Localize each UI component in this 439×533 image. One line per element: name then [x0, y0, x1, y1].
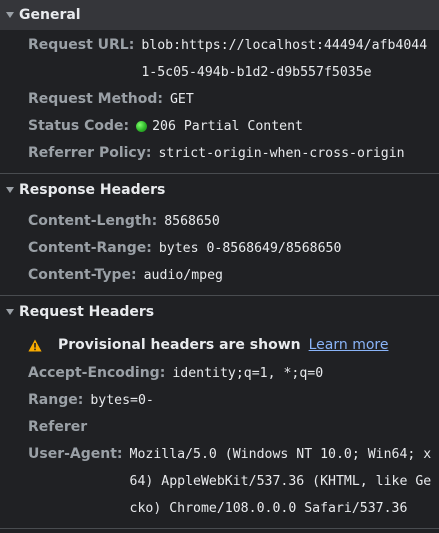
general-section: General Request URL: blob:https://localh… — [0, 0, 439, 174]
header-row-accept-encoding: Accept-Encoding: identity;q=1, *;q=0 — [0, 360, 439, 387]
header-value: GET — [169, 92, 194, 107]
header-value: strict-origin-when-cross-origin — [158, 146, 405, 161]
header-row-content-range: Content-Range: bytes 0-8568649/8568650 — [0, 235, 439, 262]
header-name: Referrer Policy: — [28, 145, 152, 161]
header-name: Request Method: — [28, 91, 163, 107]
header-row-user-agent: User-Agent: Mozilla/5.0 (Windows NT 10.0… — [0, 441, 439, 522]
expand-triangle-icon[interactable] — [6, 12, 14, 18]
request-headers-section: Request Headers Provisional headers are … — [0, 296, 439, 529]
status-value: 206 Partial Content — [136, 113, 309, 140]
header-value: Mozilla/5.0 (Windows NT 10.0; Win64; x64… — [129, 447, 432, 516]
status-dot-icon — [136, 121, 148, 132]
header-row-range: Range: bytes=0- — [0, 387, 439, 414]
header-name: Content-Length: — [28, 213, 158, 229]
header-name: Content-Range: — [28, 240, 152, 256]
warning-text: Provisional headers are shown — [58, 337, 301, 353]
expand-triangle-icon[interactable] — [6, 309, 14, 315]
header-value: 8568650 — [164, 214, 220, 229]
header-row-request-url: Request URL: blob:https://localhost:4449… — [0, 32, 439, 86]
header-row-referer: Referer — [0, 414, 439, 441]
header-row-referrer-policy: Referrer Policy: strict-origin-when-cros… — [0, 140, 439, 167]
header-name: Accept-Encoding: — [28, 365, 166, 381]
response-headers-section: Response Headers Content-Length: 8568650… — [0, 174, 439, 296]
warning-icon — [28, 339, 42, 351]
header-value — [94, 414, 100, 441]
header-name: Status Code: — [28, 118, 130, 134]
header-name: Content-Type: — [28, 267, 137, 283]
section-title: Request Headers — [19, 304, 155, 320]
response-headers-section-header[interactable]: Response Headers — [0, 174, 439, 206]
header-row-content-length: Content-Length: 8568650 — [0, 208, 439, 235]
general-section-header[interactable]: General — [0, 0, 439, 30]
header-row-request-method: Request Method: GET — [0, 86, 439, 113]
learn-more-link[interactable]: Learn more — [309, 337, 389, 353]
section-title: Response Headers — [19, 182, 166, 198]
header-value: identity;q=1, *;q=0 — [172, 366, 324, 381]
provisional-headers-warning: Provisional headers are shown Learn more — [0, 330, 439, 360]
section-title: General — [19, 7, 81, 23]
header-row-status-code: Status Code: 206 Partial Content — [0, 113, 439, 140]
header-value: blob:https://localhost:44494/afb40441-5c… — [141, 38, 428, 80]
header-name: Referer — [28, 419, 88, 435]
header-name: Range: — [28, 392, 84, 408]
header-value: bytes=0- — [90, 393, 154, 408]
header-row-content-type: Content-Type: audio/mpeg — [0, 262, 439, 289]
status-text: 206 Partial Content — [152, 119, 303, 134]
header-value: bytes 0-8568649/8568650 — [158, 241, 342, 256]
expand-triangle-icon[interactable] — [6, 187, 14, 193]
header-value: audio/mpeg — [143, 268, 223, 283]
header-name: Request URL: — [28, 37, 135, 53]
request-headers-section-header[interactable]: Request Headers — [0, 296, 439, 328]
header-name: User-Agent: — [28, 446, 123, 462]
